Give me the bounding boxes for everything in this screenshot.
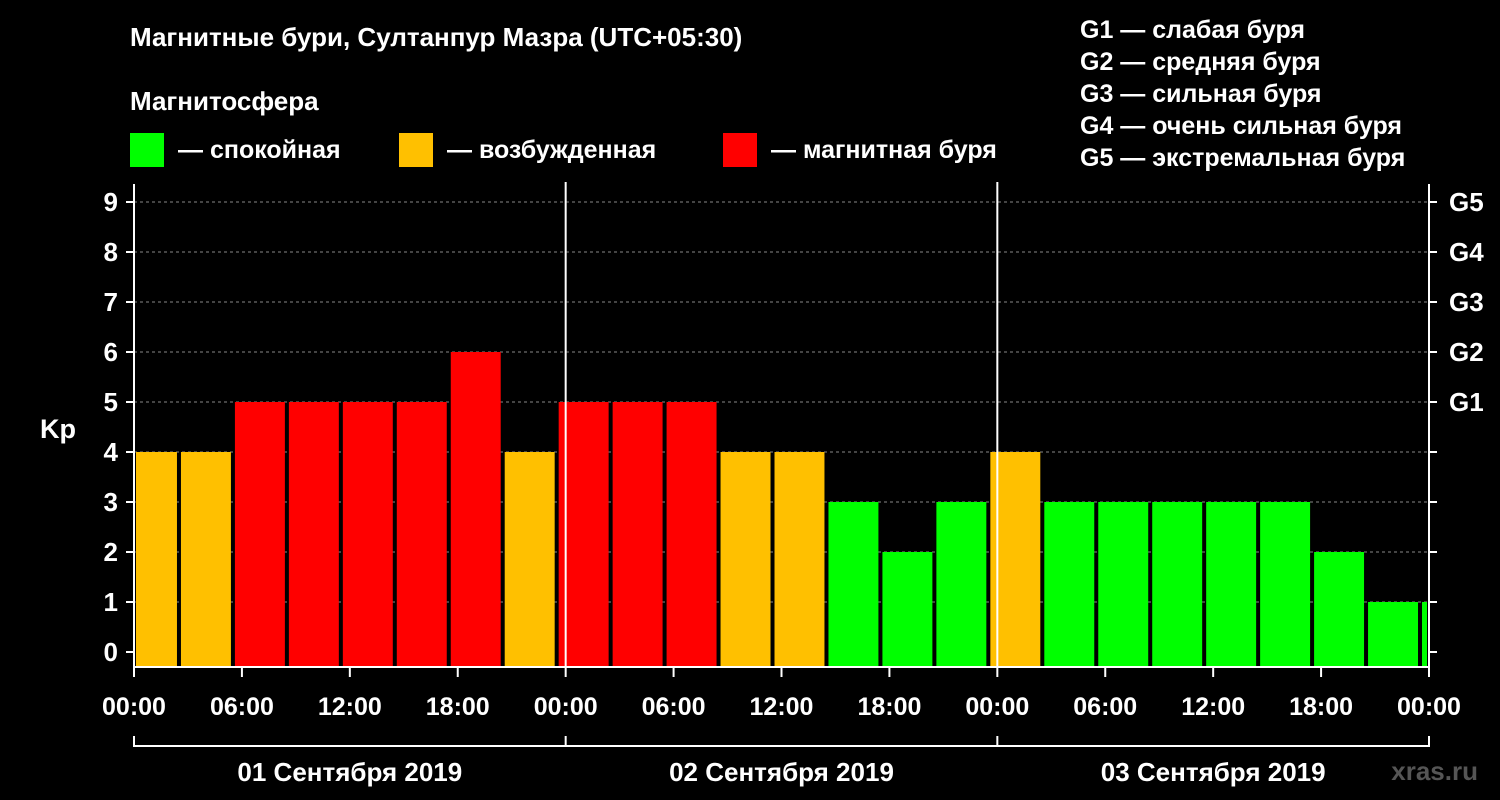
x-tick-label: 12:00 (750, 693, 814, 721)
x-tick-label: 12:00 (1181, 693, 1245, 721)
kp-bar (666, 402, 717, 667)
kp-bar (504, 452, 555, 667)
day-label: 01 Сентября 2019 (237, 757, 462, 787)
y-tick-label: 3 (104, 487, 118, 517)
kp-bar (774, 452, 825, 667)
g-level-label: G2 (1449, 337, 1484, 367)
kp-bar (180, 452, 231, 667)
g-level-label: G4 (1449, 237, 1484, 267)
kp-bar (288, 402, 339, 667)
kp-bar (936, 502, 987, 667)
kp-bar (396, 402, 447, 667)
kp-bar (1206, 502, 1257, 667)
y-tick-label: 4 (104, 437, 119, 467)
day-label: 03 Сентября 2019 (1101, 757, 1326, 787)
kp-bar (1152, 502, 1203, 667)
y-tick-label: 9 (104, 187, 118, 217)
day-label: 02 Сентября 2019 (669, 757, 894, 787)
x-tick-label: 00:00 (102, 693, 166, 721)
kp-bar (1314, 552, 1365, 667)
y-tick-label: 0 (104, 637, 118, 667)
kp-bar (1044, 502, 1095, 667)
kp-bar (882, 552, 933, 667)
x-tick-label: 06:00 (642, 693, 706, 721)
kp-bar (1368, 602, 1419, 667)
kp-bar (1422, 602, 1427, 667)
g-level-label: G1 (1449, 387, 1484, 417)
x-tick-label: 18:00 (857, 693, 921, 721)
kp-bar (828, 502, 879, 667)
watermark: xras.ru (1391, 756, 1478, 786)
kp-bar (720, 452, 771, 667)
x-tick-label: 06:00 (210, 693, 274, 721)
x-tick-label: 00:00 (534, 693, 598, 721)
y-tick-label: 8 (104, 237, 118, 267)
kp-bar (1098, 502, 1149, 667)
x-tick-label: 18:00 (1289, 693, 1353, 721)
y-tick-label: 2 (104, 537, 118, 567)
y-tick-label: 6 (104, 337, 118, 367)
x-tick-label: 18:00 (426, 693, 490, 721)
kp-bar (1260, 502, 1311, 667)
x-tick-label: 06:00 (1073, 693, 1137, 721)
kp-bar (342, 402, 393, 667)
kp-bar (234, 402, 285, 667)
g-level-label: G5 (1449, 187, 1484, 217)
kp-bar-chart: 0 1 2 3 4 5 6 7 8 9 G1 G2 G3 G4 G5 Kp 00:00 06:00 12:00 18:… (40, 182, 1484, 787)
x-tick-label: 12:00 (318, 693, 382, 721)
y-tick-label: 5 (104, 387, 118, 417)
kp-bar (136, 452, 177, 667)
y-tick-label: 1 (104, 587, 118, 617)
g-level-label: G3 (1449, 287, 1484, 317)
kp-bar (450, 352, 501, 667)
y-tick-label: 7 (104, 287, 118, 317)
x-tick-label: 00:00 (1397, 693, 1461, 721)
kp-bar (612, 402, 663, 667)
x-tick-label: 00:00 (965, 693, 1029, 721)
y-axis-label: Kp (40, 414, 76, 444)
